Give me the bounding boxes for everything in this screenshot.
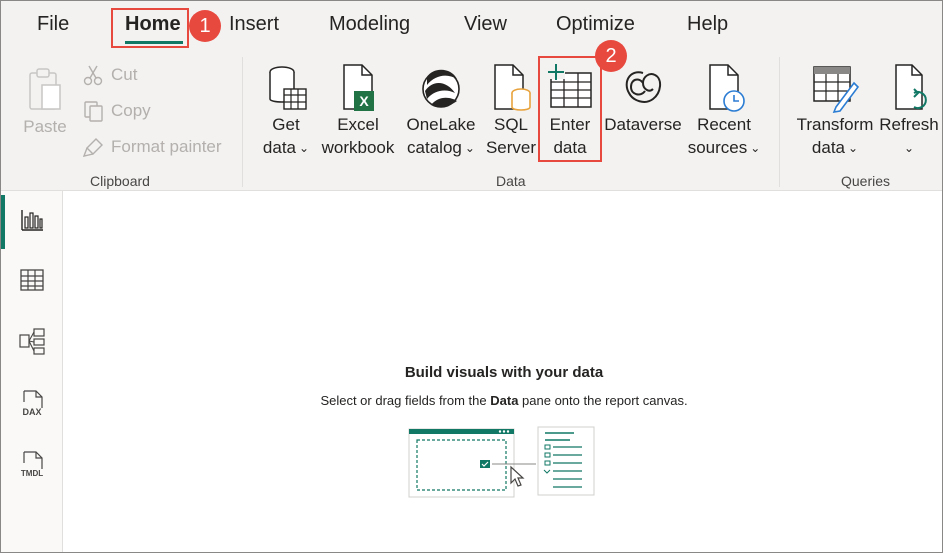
onelake-catalog-button[interactable]: OneLake catalog ⌄: [402, 63, 480, 160]
format-painter-label: Format painter: [111, 137, 222, 156]
empty-desc-after: pane onto the report canvas.: [518, 393, 688, 408]
excel-workbook-button[interactable]: X Excel workbook: [317, 63, 399, 159]
get-data-label-1: Get: [272, 115, 300, 134]
excel-icon: X: [343, 64, 374, 111]
tab-view[interactable]: View: [464, 13, 507, 36]
dataverse-icon: [625, 71, 661, 103]
empty-desc-before: Select or drag fields from the: [320, 393, 491, 408]
onelake-label-2: catalog: [407, 138, 462, 157]
refresh-icon: [895, 64, 927, 110]
dataverse-label: Dataverse: [604, 115, 682, 134]
callout-2: 2: [595, 40, 627, 72]
excel-label-1: Excel: [337, 115, 379, 134]
dataverse-button[interactable]: Dataverse: [603, 63, 683, 136]
enter-data-highlight: [538, 56, 602, 162]
transform-label-2: data: [811, 138, 846, 157]
cut-label: Cut: [111, 65, 138, 84]
recent-label-2: sources: [687, 138, 748, 157]
ribbon: Paste Cut Copy Format painter Clipboard …: [1, 51, 942, 191]
refresh-label: Refresh: [879, 115, 939, 134]
home-tab-highlight: [111, 8, 189, 48]
active-view-indicator: [1, 195, 5, 249]
tab-file[interactable]: File: [37, 13, 69, 36]
recent-sources-button[interactable]: Recent sources ⌄: [685, 63, 763, 160]
svg-text:X: X: [359, 93, 369, 109]
tab-help[interactable]: Help: [687, 13, 728, 36]
copy-label: Copy: [111, 101, 151, 120]
group-separator: [779, 57, 780, 187]
model-view-icon[interactable]: [17, 326, 47, 356]
clipboard-group-label: Clipboard: [90, 173, 150, 189]
empty-state-title: Build visuals with your data: [404, 364, 604, 381]
tmdl-view-icon[interactable]: TMDL: [17, 449, 47, 479]
dax-query-view-icon[interactable]: DAX: [17, 388, 47, 418]
refresh-button[interactable]: Refresh ⌄: [878, 63, 940, 160]
tab-modeling[interactable]: Modeling: [329, 13, 410, 36]
chevron-down-icon: ⌄: [848, 141, 859, 155]
view-switcher: DAX TMDL: [1, 191, 63, 552]
transform-label-1: Transform: [796, 115, 874, 134]
callout-1: 1: [189, 10, 221, 42]
sql-label-2: Server: [485, 138, 537, 157]
chevron-down-icon: ⌄: [299, 141, 310, 155]
sql-label-1: SQL: [493, 115, 529, 134]
transform-data-button[interactable]: Transform data ⌄: [793, 63, 877, 160]
chevron-down-icon: ⌄: [750, 141, 761, 155]
transform-data-icon: [813, 66, 860, 113]
get-data-label-2: data: [262, 138, 297, 157]
get-data-button[interactable]: Get data ⌄: [259, 63, 313, 160]
sql-server-button[interactable]: SQL Server: [484, 63, 538, 159]
onelake-icon: [422, 69, 460, 108]
paste-label: Paste: [23, 117, 67, 136]
excel-label-2: workbook: [321, 138, 395, 157]
chevron-down-icon: ⌄: [464, 141, 475, 155]
data-group-label: Data: [496, 173, 526, 189]
format-painter-icon: [83, 138, 103, 157]
tmdl-label: TMDL: [21, 469, 43, 478]
report-canvas[interactable]: Build visuals with your data Select or d…: [64, 191, 942, 552]
onelake-label-1: OneLake: [406, 115, 476, 134]
paste-icon: [29, 68, 61, 110]
queries-group-label: Queries: [841, 173, 891, 189]
empty-desc-bold: Data: [490, 393, 519, 408]
power-bi-window: File Home Insert Modeling View Optimize …: [0, 0, 943, 553]
group-separator: [242, 57, 243, 187]
scissors-icon: [83, 65, 103, 86]
sql-server-icon: [494, 64, 531, 111]
tab-optimize[interactable]: Optimize: [556, 13, 635, 36]
empty-state-description: Select or drag fields from the Data pane…: [64, 393, 942, 408]
dax-label: DAX: [22, 407, 41, 417]
recent-label-1: Recent: [697, 115, 751, 134]
paste-button[interactable]: Paste: [21, 65, 69, 138]
build-visual-illustration: [408, 426, 595, 498]
report-view-icon[interactable]: [17, 205, 47, 235]
chevron-down-icon: ⌄: [903, 141, 915, 155]
tab-insert[interactable]: Insert: [229, 13, 279, 36]
copy-icon: [84, 101, 103, 122]
table-view-icon[interactable]: [17, 265, 47, 295]
database-table-icon: [269, 66, 307, 110]
recent-sources-icon: [709, 64, 745, 112]
